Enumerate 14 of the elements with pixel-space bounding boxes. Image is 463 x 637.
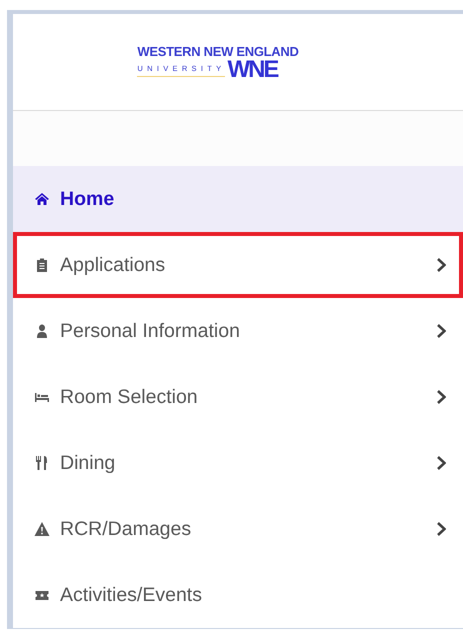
menu-item[interactable]: Home [13,166,463,232]
menu-item[interactable]: Personal Information [13,298,463,364]
logo-mark-text: WNE [227,58,278,81]
home-icon [34,191,50,207]
menu-item[interactable]: Room Selection [13,364,463,430]
menu-item[interactable]: Activities/Events [13,562,463,628]
clipboard-icon [34,257,50,273]
fork-knife-icon [34,455,50,471]
menu-item[interactable]: Applications [13,232,463,298]
menu-item[interactable]: Dining [13,430,463,496]
menu-item[interactable]: RCR/Damages [13,496,463,562]
warning-icon [34,521,50,537]
person-icon [34,323,50,339]
logo-text: WESTERN NEW ENGLAND [137,44,299,59]
